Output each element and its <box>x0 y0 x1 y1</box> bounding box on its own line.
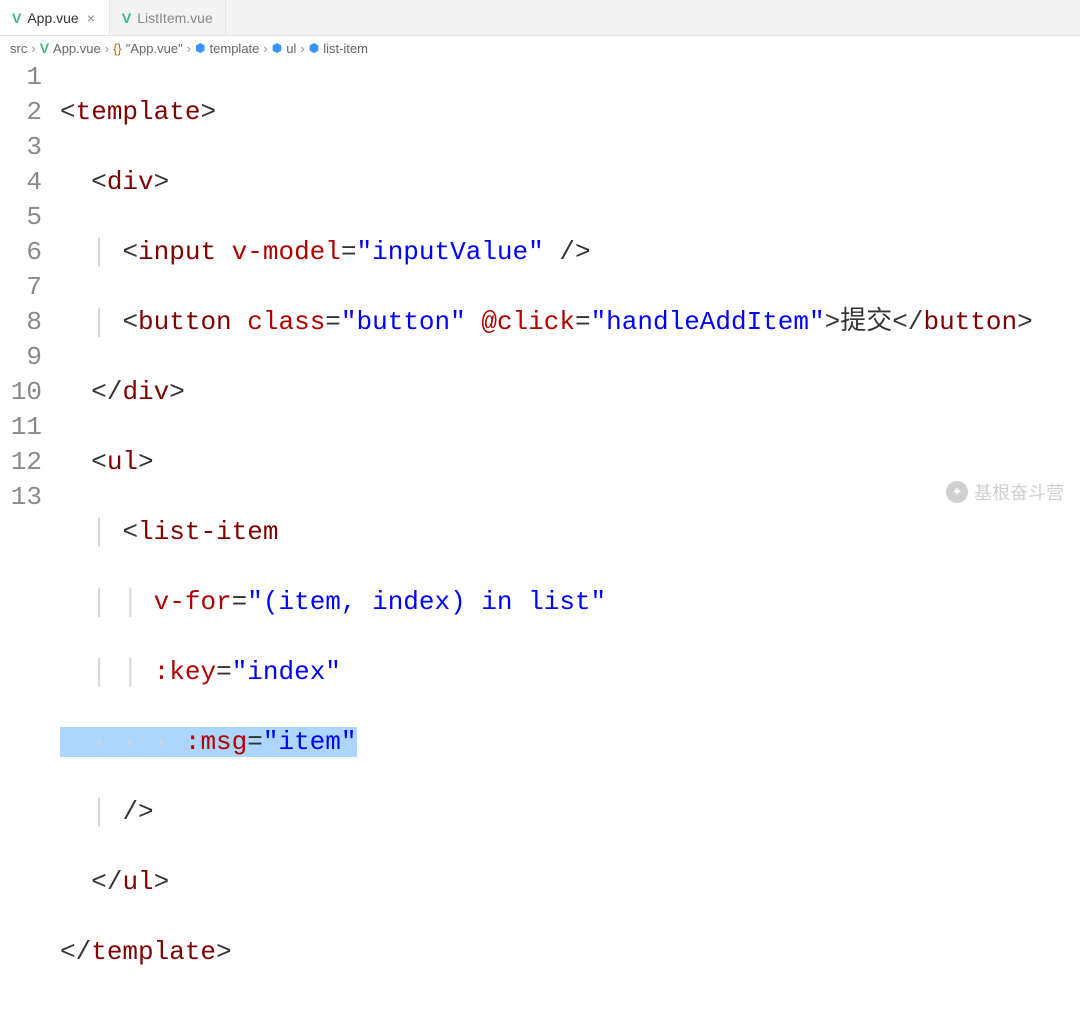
line-number: 13 <box>10 480 42 515</box>
code-line: </ul> <box>60 865 1033 900</box>
code-line: │ <button class="button" @click="handleA… <box>60 305 1033 340</box>
line-number: 5 <box>10 200 42 235</box>
line-gutter: 1 2 3 4 5 6 7 8 9 10 11 12 13 <box>0 60 60 1034</box>
vue-icon: V <box>12 10 21 26</box>
chevron-right-icon: › <box>300 41 304 56</box>
breadcrumb-item[interactable]: ⬢template <box>195 41 259 56</box>
tab-app-vue[interactable]: V App.vue × <box>0 0 110 35</box>
line-number: 11 <box>10 410 42 445</box>
breadcrumb-item[interactable]: src <box>10 41 27 56</box>
code-line: </div> <box>60 375 1033 410</box>
line-number: 2 <box>10 95 42 130</box>
breadcrumb-item[interactable]: VApp.vue <box>40 40 101 56</box>
tab-listitem-vue[interactable]: V ListItem.vue <box>110 0 226 35</box>
line-number: 10 <box>10 375 42 410</box>
chevron-right-icon: › <box>263 41 267 56</box>
vue-icon: V <box>40 40 49 56</box>
line-number: 1 <box>10 60 42 95</box>
code-line: <template> <box>60 95 1033 130</box>
tab-label: App.vue <box>27 10 78 26</box>
cube-icon: ⬢ <box>195 41 205 55</box>
code-line: <div> <box>60 165 1033 200</box>
chevron-right-icon: › <box>187 41 191 56</box>
chevron-right-icon: › <box>105 41 109 56</box>
chevron-right-icon: › <box>31 41 35 56</box>
line-number: 6 <box>10 235 42 270</box>
code-line: </template> <box>60 935 1033 970</box>
line-number: 4 <box>10 165 42 200</box>
line-number: 12 <box>10 445 42 480</box>
line-number: 7 <box>10 270 42 305</box>
code-editor[interactable]: 1 2 3 4 5 6 7 8 9 10 11 12 13 <template>… <box>0 60 1080 1034</box>
code-line: │ │ :key="index" <box>60 655 1033 690</box>
line-number: 9 <box>10 340 42 375</box>
breadcrumb-item[interactable]: ⬢ul <box>272 41 297 56</box>
watermark-text: 基根奋斗营 <box>974 479 1064 505</box>
tab-label: ListItem.vue <box>137 10 212 26</box>
code-line: <ul> <box>60 445 1033 480</box>
line-number: 3 <box>10 130 42 165</box>
braces-icon: {} <box>113 41 122 56</box>
close-icon[interactable]: × <box>85 10 97 26</box>
code-line: · · · :msg="item" <box>60 725 1033 760</box>
vue-icon: V <box>122 10 131 26</box>
code-line: │ <input v-model="inputValue" /> <box>60 235 1033 270</box>
line-number: 8 <box>10 305 42 340</box>
breadcrumb-item[interactable]: ⬢list-item <box>309 41 368 56</box>
cube-icon: ⬢ <box>272 41 282 55</box>
cube-icon: ⬢ <box>309 41 319 55</box>
breadcrumb-item[interactable]: {}"App.vue" <box>113 41 183 56</box>
breadcrumb: src › VApp.vue › {}"App.vue" › ⬢template… <box>0 36 1080 60</box>
wechat-icon: ✦ <box>946 481 968 503</box>
tab-bar: V App.vue × V ListItem.vue <box>0 0 1080 36</box>
code-content[interactable]: <template> <div> │ <input v-model="input… <box>60 60 1033 1034</box>
code-line: │ /> <box>60 795 1033 830</box>
watermark: ✦ 基根奋斗营 <box>946 479 1064 505</box>
code-line: │ │ v-for="(item, index) in list" <box>60 585 1033 620</box>
code-line: │ <list-item <box>60 515 1033 550</box>
